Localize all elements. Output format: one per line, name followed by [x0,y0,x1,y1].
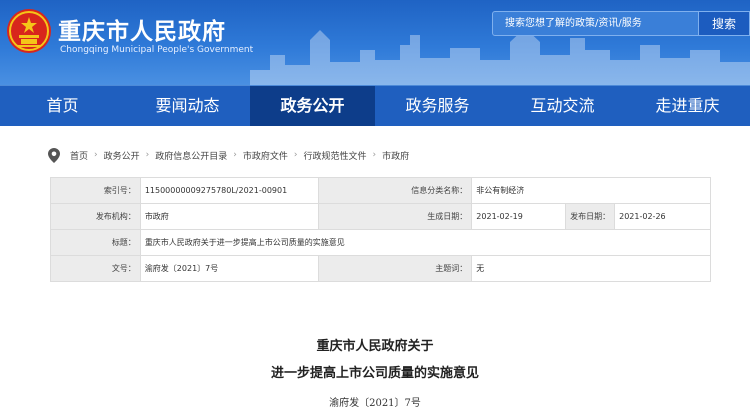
document-info-table: 索引号： 11500000009275780L/2021-00901 信息分类名… [50,177,712,282]
document-number: 渝府发〔2021〕7号 [329,398,421,409]
nav-item-about-chongqing[interactable]: 走进重庆 [625,86,750,126]
site-subtitle: Chongqing Municipal People's Government [60,45,254,55]
site-title[interactable]: 重庆市人民政府 [58,12,226,46]
breadcrumb-link-catalog[interactable]: 政府信息公开目录 [155,149,227,162]
published-date-value: 2021-02-26 [614,203,711,230]
national-emblem-icon [7,9,51,53]
breadcrumb-separator: › [233,150,237,160]
table-row: 索引号： 11500000009275780L/2021-00901 信息分类名… [50,177,711,204]
title-value: 重庆市人民政府关于进一步提高上市公司质量的实施意见 [139,229,712,256]
nav-item-home[interactable]: 首页 [0,86,125,126]
doc-number-label: 文号： [50,255,141,282]
document-title-line-2: 进一步提高上市公司质量的实施意见 [270,366,479,381]
issuer-label: 发布机构： [50,203,141,230]
published-date-label: 发布日期： [565,203,616,230]
created-date-value: 2021-02-19 [471,203,567,230]
site-header: 重庆市人民政府 Chongqing Municipal People's Gov… [0,0,750,85]
nav-item-news[interactable]: 要闻动态 [125,86,250,126]
nav-item-government-affairs[interactable]: 政务公开 [250,86,375,126]
breadcrumb-separator: › [293,150,298,160]
category-label: 信息分类名称： [317,177,473,204]
breadcrumb-separator: › [145,150,150,160]
table-row: 文号： 渝府发〔2021〕7号 主题词： 无 [50,255,711,282]
location-pin-icon [48,147,60,163]
breadcrumb-separator: › [372,150,377,160]
doc-number-value: 渝府发〔2021〕7号 [139,255,319,282]
index-label: 索引号： [50,177,141,204]
subject-value: 无 [471,255,711,282]
nav-item-services[interactable]: 政务服务 [375,86,500,126]
index-value: 11500000009275780L/2021-00901 [139,177,319,204]
search-input[interactable]: 搜索您想了解的政策/资讯/服务 [492,11,699,36]
subject-label: 主题词： [317,255,473,282]
breadcrumb-link-municipal-government[interactable]: 市政府 [382,149,409,162]
breadcrumb-separator: › [94,150,98,160]
table-row: 标题： 重庆市人民政府关于进一步提高上市公司质量的实施意见 [50,229,712,256]
document-title-line-1: 重庆市人民政府关于 [316,339,434,354]
nav-item-interaction[interactable]: 互动交流 [500,86,625,126]
breadcrumb-link-home[interactable]: 首页 [70,149,88,162]
title-label: 标题： [50,229,141,256]
issuer-value: 市政府 [139,203,319,230]
created-date-label: 生成日期： [317,203,473,230]
category-value: 非公有制经济 [471,177,711,204]
search-button[interactable]: 搜索 [699,11,750,36]
table-row: 发布机构： 市政府 生成日期： 2021-02-19 发布日期： 2021-02… [50,203,711,230]
main-nav: 首页 要闻动态 政务公开 政务服务 互动交流 走进重庆 [0,85,750,126]
breadcrumb: 首页 › 政务公开 › 政府信息公开目录 › 市政府文件 › 行政规范性文件 ›… [48,147,409,163]
breadcrumb-link-municipal-documents[interactable]: 市政府文件 [243,149,288,162]
breadcrumb-link-regulatory-documents[interactable]: 行政规范性文件 [304,149,367,162]
breadcrumb-link-government-affairs[interactable]: 政务公开 [104,149,140,162]
